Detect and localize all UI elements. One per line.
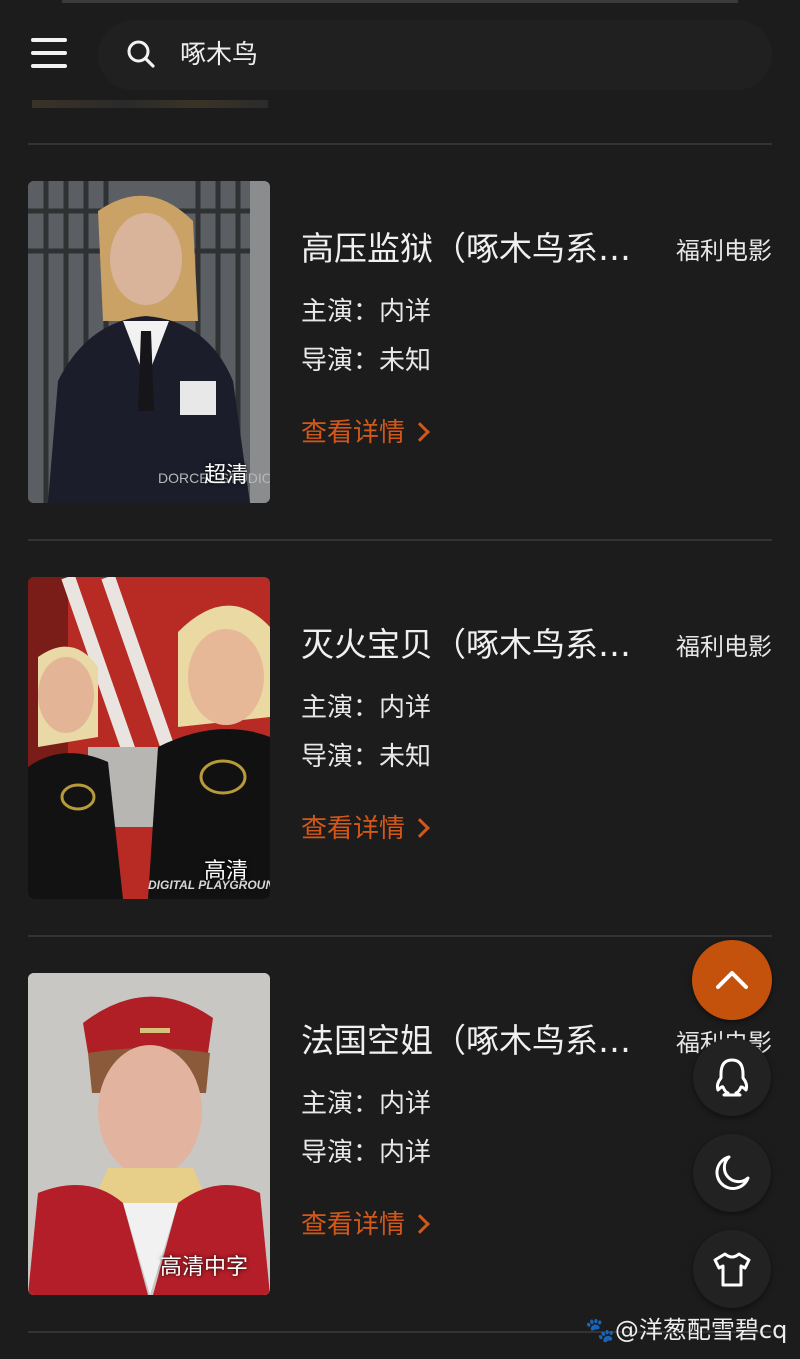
chevron-right-icon (410, 818, 430, 838)
view-details-link[interactable]: 查看详情 (301, 809, 430, 849)
quality-badge: 超清 (203, 463, 248, 488)
header: 啄木鸟 (0, 0, 800, 110)
menu-button[interactable] (28, 34, 70, 74)
actor-value: 内详 (379, 693, 432, 723)
director-label: 导演： (301, 346, 380, 376)
view-details-link[interactable]: 查看详情 (301, 413, 430, 453)
director-value: 未知 (379, 346, 432, 376)
director-row: 导演：未知 (301, 739, 431, 775)
quality-badge: 高清 (203, 859, 248, 884)
category-label: 福利电影 (676, 237, 772, 265)
director-label: 导演： (301, 1138, 380, 1168)
chevron-right-icon (410, 1214, 430, 1234)
theme-skin-button[interactable] (693, 1230, 771, 1308)
qq-penguin-icon (715, 1058, 749, 1097)
menu-icon-bar (31, 38, 67, 42)
video-title[interactable]: 法国空姐（啄木鸟系… (301, 1017, 657, 1065)
director-row: 导演：内详 (301, 1135, 431, 1171)
paw-icon: 🐾 (585, 1316, 615, 1344)
qq-button[interactable] (693, 1038, 771, 1116)
actor-row: 主演：内详 (301, 690, 431, 726)
divider (28, 143, 772, 145)
scroll-to-top-button[interactable] (692, 940, 772, 1020)
top-strip (62, 0, 738, 3)
actor-row: 主演：内详 (301, 1086, 431, 1122)
search-icon (127, 40, 155, 68)
view-details-link[interactable]: 查看详情 (301, 1205, 430, 1245)
video-thumbnail[interactable]: 高清中字 (28, 973, 270, 1295)
video-title[interactable]: 高压监狱（啄木鸟系… (301, 225, 657, 273)
menu-icon-bar (31, 51, 67, 55)
divider (28, 935, 772, 937)
chevron-right-icon (410, 422, 430, 442)
chevron-up-icon (716, 971, 748, 989)
actor-label: 主演： (301, 1089, 380, 1119)
thumbnail-image-flight-attendant (28, 973, 270, 1295)
video-thumbnail[interactable]: DIGITAL PLAYGROUND 高清 (28, 577, 270, 899)
previous-item-thumbnail[interactable] (32, 100, 268, 108)
thumbnail-image-prison-officer: DORCEL STUDIO (28, 181, 270, 503)
actor-value: 内详 (379, 1089, 432, 1119)
director-row: 导演：未知 (301, 343, 431, 379)
director-label: 导演： (301, 742, 380, 772)
actor-value: 内详 (379, 297, 432, 327)
view-details-label: 查看详情 (301, 814, 406, 844)
director-value: 未知 (379, 742, 432, 772)
divider (28, 539, 772, 541)
shirt-icon (713, 1252, 751, 1287)
search-input[interactable]: 啄木鸟 (180, 36, 258, 74)
watermark: 🐾@洋葱配雪碧cq (585, 1313, 787, 1347)
watermark-text: @洋葱配雪碧cq (614, 1316, 788, 1344)
actor-label: 主演： (301, 297, 380, 327)
moon-icon (715, 1155, 750, 1190)
view-details-label: 查看详情 (301, 418, 406, 448)
category-label: 福利电影 (676, 633, 772, 661)
video-title[interactable]: 灭火宝贝（啄木鸟系… (301, 621, 657, 669)
page: 啄木鸟 DORCEL STUDIO 超清 高压监狱（啄木鸟系… 福利电影 主演：… (0, 0, 800, 1359)
search-bar[interactable]: 啄木鸟 (98, 20, 772, 90)
menu-icon-bar (31, 64, 67, 68)
view-details-label: 查看详情 (301, 1210, 406, 1240)
dark-mode-button[interactable] (693, 1134, 771, 1212)
actor-label: 主演： (301, 693, 380, 723)
thumbnail-image-firefighters: DIGITAL PLAYGROUND (28, 577, 270, 899)
video-thumbnail[interactable]: DORCEL STUDIO 超清 (28, 181, 270, 503)
video-item[interactable]: 高清中字 法国空姐（啄木鸟系… 福利电影 主演：内详 导演：内详 查看详情 (0, 973, 800, 1295)
director-value: 内详 (379, 1138, 432, 1168)
quality-badge: 高清中字 (159, 1255, 248, 1280)
video-item[interactable]: DIGITAL PLAYGROUND 高清 灭火宝贝（啄木鸟系… 福利电影 主演… (0, 577, 800, 899)
actor-row: 主演：内详 (301, 294, 431, 330)
video-item[interactable]: DORCEL STUDIO 超清 高压监狱（啄木鸟系… 福利电影 主演：内详 导… (0, 181, 800, 503)
